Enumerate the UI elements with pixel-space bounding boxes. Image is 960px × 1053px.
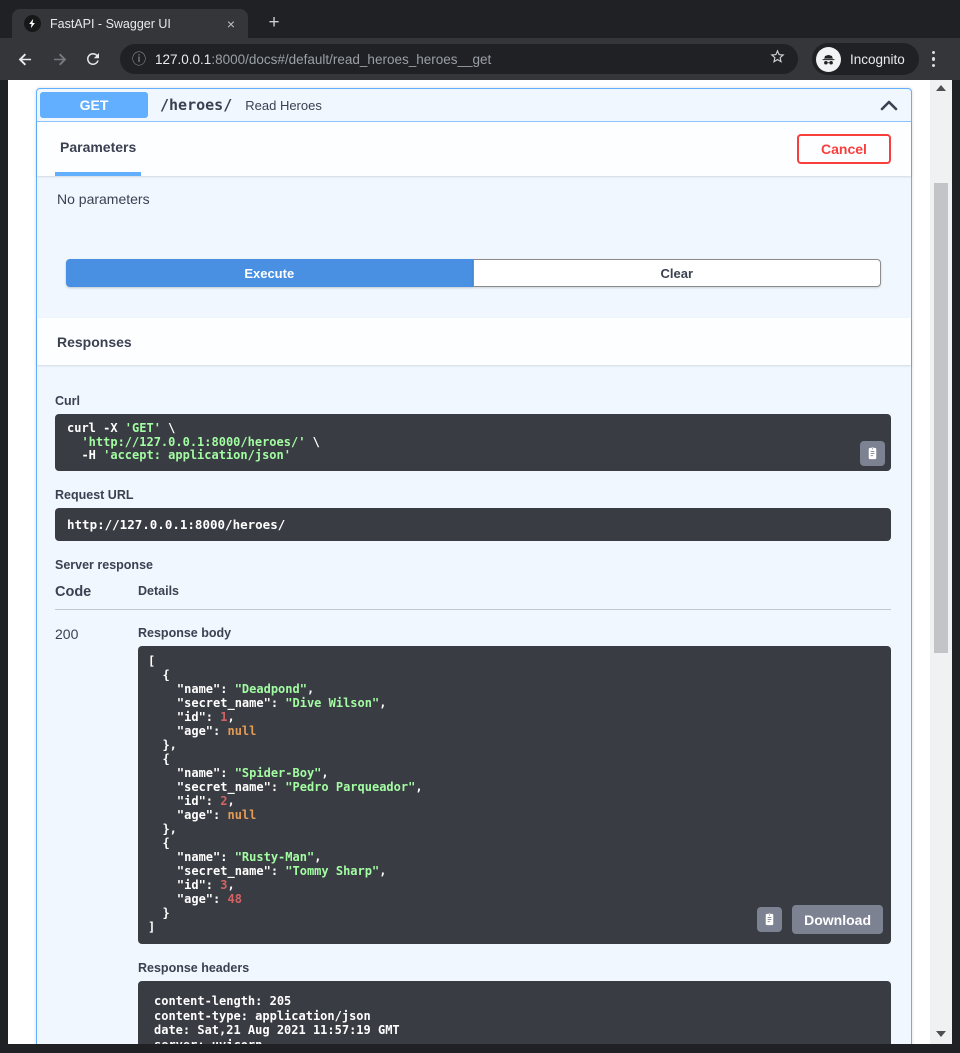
tab-title: FastAPI - Swagger UI — [50, 17, 222, 31]
incognito-label: Incognito — [850, 52, 905, 67]
server-response-label: Server response — [55, 558, 891, 572]
download-button[interactable]: Download — [792, 905, 883, 934]
code-line: server: uvicorn — [154, 1038, 875, 1045]
opblock-summary[interactable]: GET /heroes/ Read Heroes — [37, 89, 911, 122]
code-line: content-length: 205 — [154, 994, 875, 1009]
reload-icon[interactable] — [80, 46, 106, 72]
response-headers-block: content-length: 205content-type: applica… — [138, 981, 891, 1044]
page-scrollbar[interactable] — [930, 80, 952, 1044]
page-info-icon[interactable]: ⓘ — [132, 49, 146, 69]
response-body-actions: Download — [757, 905, 883, 934]
browser-tab-bar: FastAPI - Swagger UI × + — [0, 0, 960, 38]
fastapi-favicon-icon — [24, 15, 41, 32]
incognito-badge: Incognito — [812, 43, 919, 75]
forward-icon[interactable] — [46, 46, 72, 72]
copy-curl-button[interactable] — [860, 441, 885, 466]
code-line: "age": null — [148, 724, 881, 738]
status-code: 200 — [55, 626, 138, 1044]
cancel-button[interactable]: Cancel — [797, 134, 891, 164]
parameters-body: No parameters — [37, 176, 911, 207]
code-line: { — [148, 668, 881, 682]
code-line: "id": 2, — [148, 794, 881, 808]
code-line: "age": 48 — [148, 892, 881, 906]
tab-close-icon[interactable]: × — [222, 15, 240, 33]
code-line: }, — [148, 738, 881, 752]
clear-button[interactable]: Clear — [473, 259, 882, 287]
parameters-header: Parameters Cancel — [37, 122, 911, 176]
response-body-label: Response body — [138, 626, 891, 640]
page-viewport: GET /heroes/ Read Heroes Parameters Canc… — [8, 80, 952, 1044]
code-line: -H 'accept: application/json' — [67, 449, 879, 463]
no-parameters-text: No parameters — [57, 191, 150, 207]
code-line: "secret_name": "Pedro Parqueador", — [148, 780, 881, 794]
responses-body: Curl curl -X 'GET' \ 'http://127.0.0.1:8… — [37, 365, 911, 1044]
code-line: date: Sat,21 Aug 2021 11:57:19 GMT — [154, 1023, 875, 1038]
code-line: "id": 1, — [148, 710, 881, 724]
collapse-chevron-icon[interactable] — [879, 98, 899, 112]
curl-block: curl -X 'GET' \ 'http://127.0.0.1:8000/h… — [55, 414, 891, 471]
response-body-block: [ { "name": "Deadpond", "secret_name": "… — [138, 646, 891, 944]
code-line: "name": "Deadpond", — [148, 682, 881, 696]
endpoint-path: /heroes/ — [160, 96, 232, 114]
details-column-header: Details — [138, 584, 179, 600]
bookmark-star-icon[interactable] — [769, 48, 786, 70]
responses-title: Responses — [57, 334, 132, 350]
request-url-value: http://127.0.0.1:8000/heroes/ — [67, 518, 879, 532]
execute-row: Execute Clear — [66, 259, 881, 287]
address-bar[interactable]: ⓘ 127.0.0.1:8000/docs#/default/read_hero… — [120, 44, 798, 74]
new-tab-button[interactable]: + — [262, 12, 286, 36]
response-headers-code: content-length: 205content-type: applica… — [154, 994, 875, 1044]
scrollbar-up-icon[interactable] — [930, 80, 952, 96]
code-line: "name": "Spider-Boy", — [148, 766, 881, 780]
code-line: "secret_name": "Tommy Sharp", — [148, 864, 881, 878]
scrollbar-down-icon[interactable] — [930, 1026, 952, 1042]
method-badge: GET — [40, 92, 148, 118]
code-line: "secret_name": "Dive Wilson", — [148, 696, 881, 710]
back-icon[interactable] — [12, 46, 38, 72]
request-url-block: http://127.0.0.1:8000/heroes/ — [55, 508, 891, 542]
code-line: "name": "Rusty-Man", — [148, 850, 881, 864]
code-column-header: Code — [55, 584, 138, 600]
copy-response-button[interactable] — [757, 907, 782, 932]
code-line: { — [148, 836, 881, 850]
curl-code: curl -X 'GET' \ 'http://127.0.0.1:8000/h… — [67, 422, 879, 463]
curl-label: Curl — [55, 394, 891, 408]
browser-menu-icon[interactable] — [932, 51, 936, 68]
code-line: content-type: application/json — [154, 1009, 875, 1024]
responses-header: Responses — [37, 318, 911, 365]
tab-parameters[interactable]: Parameters — [55, 122, 141, 176]
execute-button[interactable]: Execute — [66, 259, 473, 287]
code-line: [ — [148, 654, 881, 668]
code-line: 'http://127.0.0.1:8000/heroes/' \ — [67, 436, 879, 450]
code-line: "id": 3, — [148, 878, 881, 892]
url-host: 127.0.0.1 — [155, 52, 211, 67]
incognito-icon — [816, 47, 841, 72]
code-line: "age": null — [148, 808, 881, 822]
scrollbar-thumb[interactable] — [934, 183, 948, 653]
response-body-code: [ { "name": "Deadpond", "secret_name": "… — [148, 654, 881, 934]
response-details: Response body [ { "name": "Deadpond", "s… — [138, 626, 891, 1044]
code-line: { — [148, 752, 881, 766]
response-table-header: Code Details — [55, 584, 891, 610]
request-url-label: Request URL — [55, 488, 891, 502]
endpoint-summary: Read Heroes — [245, 98, 322, 113]
opblock-get-heroes: GET /heroes/ Read Heroes Parameters Canc… — [36, 88, 912, 1044]
url-path: :8000/docs#/default/read_heroes_heroes__… — [211, 52, 491, 67]
browser-toolbar: ⓘ 127.0.0.1:8000/docs#/default/read_hero… — [0, 38, 960, 80]
code-line: curl -X 'GET' \ — [67, 422, 879, 436]
browser-tab[interactable]: FastAPI - Swagger UI × — [12, 9, 248, 38]
code-line: }, — [148, 822, 881, 836]
response-row-200: 200 Response body [ { "name": "Deadpond"… — [55, 610, 891, 1044]
response-headers-label: Response headers — [138, 961, 891, 975]
